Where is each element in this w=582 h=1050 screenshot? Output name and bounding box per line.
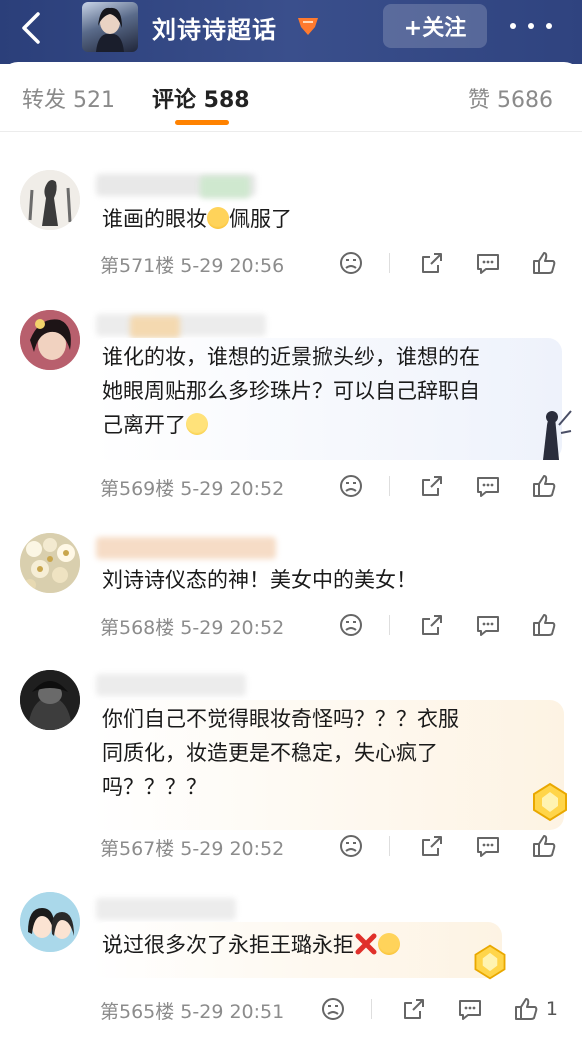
comment-text: 谁画的眼妆 佩服了 [102,207,292,231]
dislike-icon [340,252,362,274]
comment-meta: 第569楼 5-29 20:52 [100,478,285,500]
follow-button[interactable]: +关注 [383,4,487,48]
like-button[interactable] [530,611,558,639]
username[interactable] [96,314,266,336]
comment-text: 说过很多次了永拒王璐永拒 [102,928,400,962]
dislike-icon [340,835,362,857]
dislike-button[interactable] [337,611,365,639]
active-tab-indicator [175,120,229,125]
share-button[interactable] [418,249,446,277]
top-bar: 刘诗诗超话 +关注 [0,0,582,64]
comment-text: 谁化的妆，谁想的近景掀头纱，谁想的在 她眼周贴那么多珍珠片？可以自己辞职自 己离… [102,345,480,437]
list-item: 说过很多次了永拒王璐永拒 第565楼 5-29 20:51 1 [0,880,582,1030]
tab-comments[interactable]: 评论 588 [152,82,250,114]
username[interactable] [96,537,276,559]
more-button[interactable] [510,8,552,44]
like-icon [514,998,538,1020]
share-button[interactable] [418,472,446,500]
dislike-icon [340,475,362,497]
comment-meta: 第571楼 5-29 20:56 [100,255,285,277]
dislike-button[interactable] [337,832,365,860]
share-icon [422,253,442,273]
like-button[interactable] [530,249,558,277]
avatar[interactable] [20,533,80,593]
comment-text: 刘诗诗仪态的神！美女中的美女！ [102,568,417,592]
share-icon [403,999,424,1019]
back-icon [22,12,40,44]
gold-badge-icon [528,780,572,824]
tab-likes[interactable]: 赞 5686 [468,82,553,114]
reply-button[interactable] [474,249,502,277]
like-button[interactable] [530,472,558,500]
list-item: 谁化的妆，谁想的近景掀头纱，谁想的在 她眼周贴那么多珍珠片？可以自己辞职自 己离… [0,300,582,510]
cross-mark-icon [354,932,378,956]
tab-bar: 转发 521 评论 588 赞 5686 [0,62,582,132]
dislike-button[interactable] [337,472,365,500]
share-icon [422,836,442,856]
gold-badge-icon [470,942,510,982]
list-item: 谁画的眼妆 佩服了 第571楼 5-29 20:56 [0,160,582,285]
reply-button[interactable] [474,832,502,860]
like-icon [533,252,556,274]
back-button[interactable] [14,10,50,46]
share-button[interactable] [418,832,446,860]
share-icon [422,615,442,635]
list-item: 你们自己不觉得眼妆奇怪吗？？？衣服 同质化，妆造更是不稳定，失心疯了 吗？？？？… [0,660,582,870]
tab-reposts[interactable]: 转发 521 [22,82,115,114]
like-button[interactable] [530,832,558,860]
comment-icon [477,477,499,497]
angry-emoji-icon [378,933,400,955]
list-item: 刘诗诗仪态的神！美女中的美女！ 第568楼 5-29 20:52 [0,525,582,650]
share-button[interactable] [400,995,428,1023]
more-icon [510,23,516,29]
smile-emoji-icon [186,413,208,435]
comment-icon [458,1000,481,1020]
page-title: 刘诗诗超话 [152,16,277,44]
avatar[interactable] [20,170,80,230]
like-icon [533,475,556,497]
comment-actions [309,611,558,639]
dislike-button[interactable] [319,995,347,1023]
username[interactable] [96,898,236,920]
like-icon [533,835,556,857]
dislike-icon [321,998,344,1020]
comment-actions: 1 [291,995,558,1023]
avatar[interactable] [20,892,80,952]
reply-button[interactable] [474,611,502,639]
comment-actions [309,249,558,277]
like-count: 1 [545,998,558,1020]
reply-button[interactable] [456,995,484,1023]
like-button[interactable] [512,995,540,1023]
topic-avatar[interactable] [82,2,138,52]
comment-meta: 第565楼 5-29 20:51 [100,1001,285,1023]
dislike-icon [340,614,362,636]
share-icon [422,476,442,496]
share-button[interactable] [418,611,446,639]
super-topic-badge-icon [295,15,321,37]
comment-text: 你们自己不觉得眼妆奇怪吗？？？衣服 同质化，妆造更是不稳定，失心疯了 吗？？？？ [102,707,459,799]
username[interactable] [96,674,246,696]
comment-actions [309,472,558,500]
comment-meta: 第567楼 5-29 20:52 [100,838,285,860]
comment-icon [477,616,499,636]
crying-emoji-icon [207,207,229,229]
like-icon [533,614,556,636]
comment-meta: 第568楼 5-29 20:52 [100,617,285,639]
bubble-decoration-icon [525,405,573,460]
dislike-button[interactable] [337,249,365,277]
reply-button[interactable] [474,472,502,500]
comment-icon [477,254,499,274]
avatar[interactable] [20,310,80,370]
comment-actions [309,832,558,860]
comment-icon [477,837,499,857]
avatar[interactable] [20,670,80,730]
